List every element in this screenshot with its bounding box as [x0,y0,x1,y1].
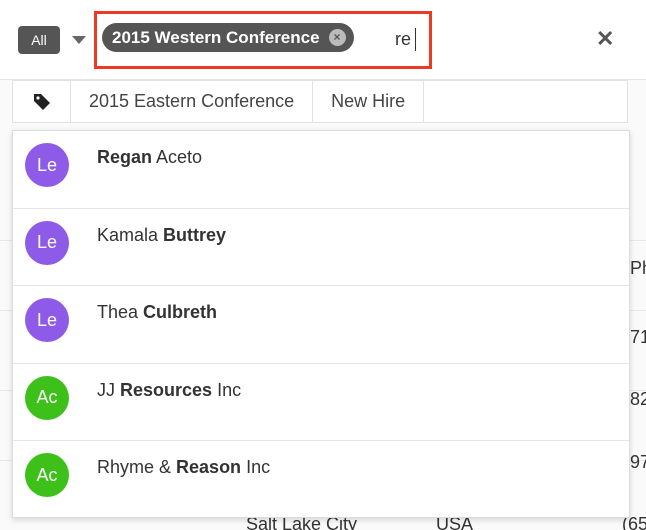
selected-tag-label: 2015 Western Conference [112,27,320,47]
avatar: Ac [25,453,69,498]
tag-glyph [33,93,50,110]
search-results-dropdown: Le Regan Aceto Le Kamala Buttrey Le Thea… [12,130,630,518]
result-name: Regan Aceto [97,147,203,167]
avatar: Le [25,298,69,343]
tag-suggestion[interactable]: New Hire [313,81,425,122]
global-search-bar: All 2015 Western Conference × re ✕ [0,0,646,80]
remove-tag-icon[interactable]: × [328,29,346,46]
text-cursor [415,28,416,51]
tag-suggestions-row: 2015 Eastern Conference New Hire [12,80,628,123]
search-result-item[interactable]: Ac Rhyme & Reason Inc [13,441,629,519]
chevron-down-icon[interactable] [72,36,86,44]
avatar: Le [25,143,69,187]
tag-icon [13,81,71,122]
background-column-header: Ph [630,258,646,278]
result-name: Rhyme & Reason Inc [97,457,271,478]
close-icon[interactable]: ✕ [596,26,614,52]
result-name: JJ Resources Inc [97,379,242,400]
background-cell: 71 [630,327,646,347]
search-result-item[interactable]: Ac JJ Resources Inc [13,364,629,442]
selected-tag-pill[interactable]: 2015 Western Conference × [102,23,354,52]
result-name: Thea Culbreth [97,302,218,323]
tag-suggestion[interactable]: 2015 Eastern Conference [71,81,314,122]
result-name: Kamala Buttrey [97,224,227,245]
search-result-item[interactable]: Le Thea Culbreth [13,286,629,364]
background-cell: 82 [630,389,646,409]
avatar: Le [25,220,69,265]
module-filter-button[interactable]: All [18,26,60,54]
search-result-item[interactable]: Le Regan Aceto [13,131,629,209]
search-input[interactable]: re [395,29,411,50]
background-cell: 97 [630,452,646,472]
avatar: Ac [25,375,69,420]
search-result-item[interactable]: Le Kamala Buttrey [13,209,629,287]
